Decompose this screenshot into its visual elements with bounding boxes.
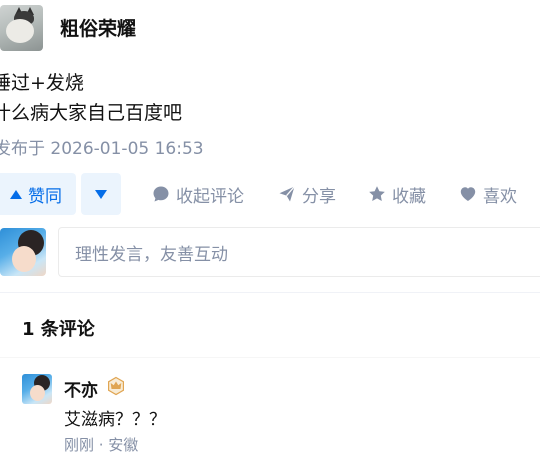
comment-input-placeholder: 理性发言，友善互动: [75, 244, 228, 265]
post-content-line-2: 什么病大家自己百度吧: [0, 102, 183, 124]
like-button[interactable]: 喜欢: [459, 173, 517, 215]
favorite-label: 收藏: [392, 186, 426, 207]
favorite-button[interactable]: 收藏: [368, 173, 426, 215]
current-user-avatar: [0, 228, 46, 276]
crown-badge-icon: [108, 376, 124, 396]
comment-bubble-icon: [153, 186, 169, 202]
comment-count-heading: 1 条评论: [22, 319, 95, 340]
vote-down-button[interactable]: [81, 173, 121, 215]
divider: [0, 357, 540, 358]
publish-time: 发布于 2026-01-05 16:53: [0, 139, 204, 159]
comment-meta: 刚刚 · 安徽: [64, 436, 139, 454]
comment-text: 艾滋病？？？: [64, 410, 166, 430]
author-name[interactable]: 粗俗荣耀: [60, 14, 136, 41]
comment-author-name[interactable]: 不亦: [64, 376, 98, 401]
cat-body: [6, 19, 34, 43]
post-content-line-1: 睡过+发烧: [0, 72, 84, 94]
vote-up-label: 赞同: [28, 186, 62, 207]
collapse-comments-label: 收起评论: [176, 186, 244, 207]
avatar-face: [30, 385, 45, 401]
triangle-down-icon: [95, 189, 107, 199]
divider: [0, 292, 540, 293]
collapse-comments-button[interactable]: 收起评论: [152, 173, 244, 215]
vote-up-button[interactable]: 赞同: [0, 173, 76, 215]
comment-input[interactable]: 理性发言，友善互动: [58, 227, 540, 277]
like-label: 喜欢: [483, 186, 517, 207]
star-icon: [369, 186, 385, 201]
heart-icon: [460, 187, 476, 201]
triangle-up-icon: [10, 189, 22, 199]
author-avatar[interactable]: [0, 5, 43, 51]
avatar-face: [12, 246, 36, 272]
comment-author-avatar[interactable]: [22, 374, 52, 404]
share-label: 分享: [302, 186, 336, 207]
paper-plane-icon: [279, 186, 295, 202]
share-button[interactable]: 分享: [278, 173, 336, 215]
